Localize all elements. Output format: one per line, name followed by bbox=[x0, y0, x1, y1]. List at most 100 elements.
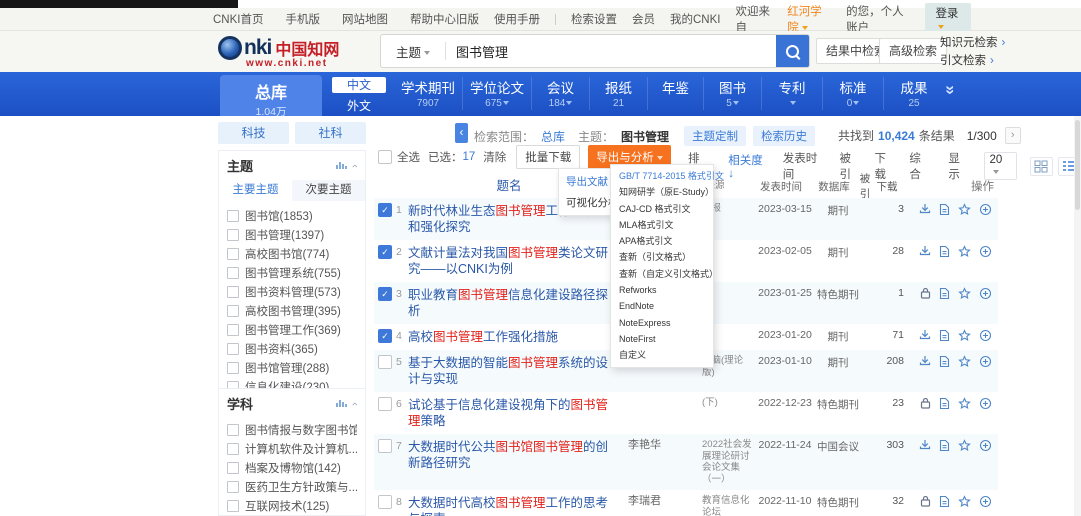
result-source[interactable]: (下) bbox=[684, 397, 754, 409]
collapse-section-icon[interactable]: › bbox=[349, 164, 361, 168]
row-checkbox[interactable]: ✓ bbox=[378, 245, 392, 259]
nav-category[interactable]: 年鉴 bbox=[647, 77, 703, 110]
topbar-link[interactable]: 旧版 bbox=[456, 11, 479, 27]
checkbox-icon[interactable] bbox=[227, 266, 239, 279]
table-row[interactable]: 8 大数据时代高校图书管理工作的思考与探索李瑞君教育信息化论坛 2022-11-10… bbox=[374, 490, 998, 516]
search-input[interactable] bbox=[446, 43, 776, 59]
scope-value[interactable]: 总库 bbox=[541, 128, 565, 145]
result-author[interactable]: 李艳华 bbox=[618, 439, 684, 452]
nav-category[interactable]: 图书 5 bbox=[703, 77, 761, 110]
row-checkbox[interactable] bbox=[378, 495, 392, 509]
lang-foreign[interactable]: 外文 bbox=[332, 97, 386, 114]
row-checkbox[interactable] bbox=[378, 355, 392, 369]
html-read-icon[interactable] bbox=[939, 355, 950, 368]
nav-category[interactable]: 成果 25 bbox=[883, 77, 944, 110]
row-checkbox[interactable]: ✓ bbox=[378, 287, 392, 301]
advanced-search-button[interactable]: 高级检索 bbox=[879, 38, 948, 64]
export-format-item[interactable]: MLA格式引文 bbox=[611, 217, 713, 233]
export-format-item[interactable]: 知网研学（原E-Study） bbox=[611, 184, 714, 200]
favorite-star-icon[interactable] bbox=[958, 329, 971, 342]
lock-icon[interactable] bbox=[920, 495, 931, 508]
citation-icon[interactable] bbox=[979, 329, 992, 342]
search-field-select[interactable]: 主题 bbox=[381, 42, 445, 61]
citation-search-link[interactable]: 引文检索 › bbox=[940, 52, 1005, 70]
topbar-link[interactable]: 帮助中心 bbox=[410, 11, 456, 27]
checkbox-icon[interactable] bbox=[227, 461, 239, 474]
checkbox-icon[interactable] bbox=[227, 228, 239, 241]
topic-filter-item[interactable]: 图书资料(365) bbox=[227, 339, 357, 358]
download-icon[interactable] bbox=[919, 329, 931, 342]
checkbox-icon[interactable] bbox=[227, 442, 239, 455]
nav-category[interactable]: 学位论文 675 bbox=[462, 77, 531, 110]
checkbox-icon[interactable] bbox=[227, 285, 239, 298]
favorite-star-icon[interactable] bbox=[958, 397, 971, 410]
table-row[interactable]: 6 试论基于信息化建设视角下的图书管理策略 (下) 2022-12-23 特色期刊 23 bbox=[374, 392, 998, 434]
html-read-icon[interactable] bbox=[939, 245, 950, 258]
favorite-star-icon[interactable] bbox=[958, 245, 971, 258]
topic-filter-item[interactable]: 图书资料管理(573) bbox=[227, 282, 357, 301]
select-all-checkbox[interactable] bbox=[378, 150, 392, 164]
topic-filter-item[interactable]: 图书馆管理(288) bbox=[227, 358, 357, 377]
more-categories-icon[interactable]: » bbox=[942, 80, 961, 100]
checkbox-icon[interactable] bbox=[227, 342, 239, 355]
topic-subtab[interactable]: 主要主题 bbox=[219, 180, 292, 201]
topic-subtab[interactable]: 次要主题 bbox=[292, 180, 365, 201]
nav-category[interactable]: 报纸 21 bbox=[589, 77, 647, 110]
html-read-icon[interactable] bbox=[939, 203, 950, 216]
topbar-link[interactable]: 检索设置 bbox=[571, 11, 617, 27]
citation-icon[interactable] bbox=[979, 439, 992, 452]
html-read-icon[interactable] bbox=[939, 397, 950, 410]
citation-icon[interactable] bbox=[979, 397, 992, 410]
topbar-link[interactable]: 我的CNKI bbox=[670, 11, 720, 27]
search-button[interactable] bbox=[776, 35, 809, 67]
favorite-star-icon[interactable] bbox=[958, 439, 971, 452]
export-format-item[interactable]: Refworks bbox=[611, 282, 713, 298]
citation-icon[interactable] bbox=[979, 355, 992, 368]
result-title-link[interactable]: 大数据时代高校图书管理工作的思考与探索 bbox=[408, 495, 618, 516]
result-title-link[interactable]: 高校图书管理工作强化措施 bbox=[408, 329, 618, 345]
citation-icon[interactable] bbox=[979, 287, 992, 300]
row-checkbox[interactable] bbox=[378, 439, 392, 453]
subject-filter-item[interactable]: 互联网技术(125) bbox=[227, 496, 357, 515]
lock-icon[interactable] bbox=[920, 287, 931, 300]
result-title-link[interactable]: 试论基于信息化建设视角下的图书管理策略 bbox=[408, 397, 618, 429]
topbar-link[interactable]: 会员 bbox=[632, 11, 655, 27]
sidebar-collapse-button[interactable]: ‹ bbox=[455, 123, 468, 143]
html-read-icon[interactable] bbox=[939, 495, 950, 508]
bar-chart-icon[interactable] bbox=[336, 159, 348, 173]
checkbox-icon[interactable] bbox=[227, 499, 239, 512]
batch-download-button[interactable]: 批量下载 bbox=[516, 145, 581, 169]
knowledge-element-search-link[interactable]: 知识元检索 › bbox=[940, 34, 1005, 52]
export-format-item[interactable]: GB/T 7714-2015 格式引文 bbox=[611, 168, 724, 184]
export-format-item[interactable]: NoteFirst bbox=[611, 331, 713, 347]
citation-icon[interactable] bbox=[979, 245, 992, 258]
html-read-icon[interactable] bbox=[939, 439, 950, 452]
download-icon[interactable] bbox=[919, 439, 931, 452]
topic-customize-pill[interactable]: 主题定制 bbox=[684, 126, 747, 146]
topic-filter-item[interactable]: 图书管理工作(369) bbox=[227, 320, 357, 339]
checkbox-icon[interactable] bbox=[227, 304, 239, 317]
favorite-star-icon[interactable] bbox=[958, 495, 971, 508]
download-icon[interactable] bbox=[919, 203, 931, 216]
collapse-section-icon[interactable]: › bbox=[349, 402, 361, 406]
row-checkbox[interactable]: ✓ bbox=[378, 329, 392, 343]
download-icon[interactable] bbox=[919, 245, 931, 258]
favorite-star-icon[interactable] bbox=[958, 287, 971, 300]
subject-filter-item[interactable]: 医药卫生方针政策与... (131) bbox=[227, 477, 357, 496]
subject-filter-item[interactable]: 档案及博物馆(142) bbox=[227, 458, 357, 477]
export-format-item[interactable]: 自定义 bbox=[611, 347, 713, 363]
next-page-button[interactable]: › bbox=[1004, 127, 1021, 144]
lock-icon[interactable] bbox=[920, 397, 931, 410]
subject-filter-item[interactable]: 图书情报与数字图书馆(8017) bbox=[227, 420, 357, 439]
grid-view-icon[interactable] bbox=[1029, 156, 1053, 176]
citation-icon[interactable] bbox=[979, 495, 992, 508]
sidebar-filter-tab[interactable]: 社科 bbox=[295, 122, 366, 144]
export-format-item[interactable]: 查新（引文格式） bbox=[611, 249, 713, 265]
result-title-link[interactable]: 基于大数据的智能图书管理系统的设计与实现 bbox=[408, 355, 618, 387]
table-row[interactable]: 7 大数据时代公共图书馆图书管理的创新路径研究 李艳华 2022社会发展理论研讨会论文… bbox=[374, 434, 998, 490]
clear-selection-button[interactable]: 清除 bbox=[483, 149, 506, 165]
result-title-link[interactable]: 文献计量法对我国图书管理类论文研究——以CNKI为例 bbox=[408, 245, 618, 277]
nav-category[interactable]: 会议 184 bbox=[531, 77, 589, 110]
topbar-link[interactable]: 手机版 bbox=[285, 11, 320, 27]
topic-filter-item[interactable]: 图书馆(1853) bbox=[227, 206, 357, 225]
